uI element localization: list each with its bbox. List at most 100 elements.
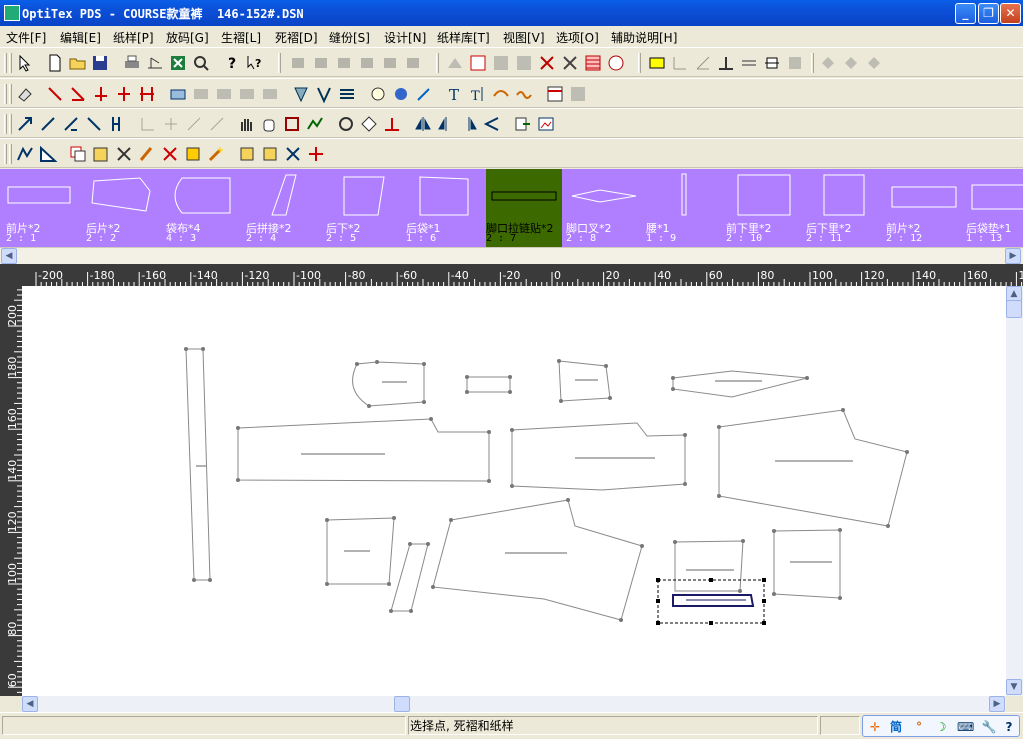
- toolbar-grip[interactable]: [9, 114, 12, 134]
- save-disk-icon[interactable]: [90, 53, 110, 73]
- piece-thumbnail[interactable]: 前片*2 2 : 1: [0, 169, 80, 247]
- title-bar[interactable]: OptiTex PDS - COURSE款童裤 146-152#.DSN _ ❐…: [0, 0, 1023, 26]
- anchor-tool-icon[interactable]: [716, 53, 736, 73]
- horizontal-scrollbar[interactable]: ◀ ▶: [22, 696, 1006, 712]
- line-tool-icon[interactable]: [739, 53, 759, 73]
- corner-tool-icon[interactable]: [207, 114, 227, 134]
- fold-icon[interactable]: [15, 144, 35, 164]
- mirror-icon[interactable]: [436, 114, 456, 134]
- dart-icon[interactable]: [314, 84, 334, 104]
- export-icon[interactable]: [513, 114, 533, 134]
- toolbar-grip[interactable]: [278, 53, 281, 73]
- help-icon[interactable]: ?: [222, 53, 242, 73]
- new-file-icon[interactable]: [45, 53, 65, 73]
- shape-tool-icon[interactable]: [237, 84, 257, 104]
- shape-tool-icon[interactable]: [191, 84, 211, 104]
- shape-tool-icon[interactable]: [260, 84, 280, 104]
- copy-piece-icon[interactable]: [68, 144, 88, 164]
- rotate-icon[interactable]: [336, 114, 356, 134]
- move-point-icon[interactable]: [15, 114, 35, 134]
- angle-tool-icon[interactable]: [693, 53, 713, 73]
- piece-thumbnail[interactable]: 后下*2 2 : 5: [320, 169, 400, 247]
- merge-icon[interactable]: [183, 144, 203, 164]
- wrench-icon[interactable]: 🔧: [981, 719, 997, 735]
- minimize-button[interactable]: _: [955, 3, 976, 24]
- menu-dart[interactable]: 死褶[D]: [275, 29, 318, 46]
- align-icon[interactable]: [107, 114, 127, 134]
- ime-moon-icon[interactable]: ☽: [933, 719, 949, 735]
- menu-pattern[interactable]: 纸样[P]: [113, 29, 154, 46]
- toolbar-grip[interactable]: [9, 53, 12, 73]
- ime-simplified-icon[interactable]: 简: [888, 719, 904, 735]
- menu-options[interactable]: 选项[O]: [556, 29, 599, 46]
- menu-design[interactable]: 设计[N]: [384, 29, 426, 46]
- pattern-tool-icon[interactable]: [445, 53, 465, 73]
- annotation-icon[interactable]: T: [468, 84, 488, 104]
- scroll-right-icon[interactable]: ▶: [989, 696, 1005, 712]
- text-tool-icon[interactable]: T: [445, 84, 465, 104]
- scroll-left-icon[interactable]: ◀: [22, 696, 38, 712]
- hand-pan-icon[interactable]: [236, 114, 256, 134]
- notch-tool-icon[interactable]: [647, 53, 667, 73]
- book-icon[interactable]: [260, 144, 280, 164]
- cut-tool-icon[interactable]: [560, 53, 580, 73]
- mirror-icon[interactable]: [459, 114, 479, 134]
- perpendicular-icon[interactable]: [114, 84, 134, 104]
- grade-tool-icon[interactable]: [311, 53, 331, 73]
- grade-tool-icon[interactable]: [288, 53, 308, 73]
- piece-thumbnail[interactable]: 前片*2 2 : 12: [882, 169, 962, 247]
- curve-icon[interactable]: [491, 84, 511, 104]
- menu-view[interactable]: 视图[V]: [503, 29, 545, 46]
- shape-tool-icon[interactable]: [214, 84, 234, 104]
- line-draw-icon[interactable]: [45, 84, 65, 104]
- toolbar-grip[interactable]: [638, 53, 641, 73]
- perpendicular-icon[interactable]: [91, 84, 111, 104]
- magic-wand-icon[interactable]: [206, 144, 226, 164]
- pleat-icon[interactable]: [337, 84, 357, 104]
- menu-grading[interactable]: 放码[G]: [166, 29, 209, 46]
- scroll-left-icon[interactable]: ◀: [1, 248, 17, 264]
- flip-icon[interactable]: [482, 114, 502, 134]
- print-icon[interactable]: [122, 53, 142, 73]
- open-folder-icon[interactable]: [68, 53, 88, 73]
- piece-thumbnail[interactable]: 后袋*1 1 : 6: [400, 169, 480, 247]
- star-point-icon[interactable]: [306, 144, 326, 164]
- triangle-ruler-icon[interactable]: [38, 144, 58, 164]
- piece-strip-scrollbar[interactable]: ◀ ▶: [0, 247, 1023, 264]
- ime-punctuation-icon[interactable]: °: [911, 719, 927, 735]
- menu-library[interactable]: 纸样库[T]: [437, 29, 490, 46]
- pattern-tool-icon[interactable]: [514, 53, 534, 73]
- close-button[interactable]: ✕: [1000, 3, 1021, 24]
- keyboard-icon[interactable]: ⌨: [957, 719, 974, 735]
- corner-tool-icon[interactable]: [184, 114, 204, 134]
- knife-icon[interactable]: [137, 144, 157, 164]
- anchor-icon[interactable]: [382, 114, 402, 134]
- angle-tool-icon[interactable]: [670, 53, 690, 73]
- toolbar-grip[interactable]: [4, 84, 7, 104]
- parallel-icon[interactable]: [137, 84, 157, 104]
- excel-icon[interactable]: [168, 53, 188, 73]
- scroll-down-icon[interactable]: ▼: [1006, 679, 1022, 695]
- wave-icon[interactable]: [514, 84, 534, 104]
- grade-tool-icon[interactable]: [334, 53, 354, 73]
- zoom-piece-icon[interactable]: [191, 53, 211, 73]
- cut-tool-icon[interactable]: [537, 53, 557, 73]
- toolbar-grip[interactable]: [9, 84, 12, 104]
- plot-icon[interactable]: [145, 53, 165, 73]
- grade-tool-icon[interactable]: [380, 53, 400, 73]
- menu-help[interactable]: 辅助说明[H]: [611, 29, 677, 46]
- grade-tool-icon[interactable]: [403, 53, 423, 73]
- dart-icon[interactable]: [291, 84, 311, 104]
- table-icon[interactable]: [545, 84, 565, 104]
- menu-file[interactable]: 文件[F]: [6, 29, 46, 46]
- pattern-tool-icon[interactable]: [491, 53, 511, 73]
- stripes-icon[interactable]: [583, 53, 603, 73]
- curve-edit-icon[interactable]: [305, 114, 325, 134]
- rotate-icon[interactable]: [359, 114, 379, 134]
- pen-icon[interactable]: [414, 84, 434, 104]
- globe-icon[interactable]: [391, 84, 411, 104]
- toolbar-grip[interactable]: [811, 53, 814, 73]
- mirror-tool-icon[interactable]: [785, 53, 805, 73]
- scroll-thumb[interactable]: [1006, 300, 1022, 318]
- rotate-piece-icon[interactable]: [283, 144, 303, 164]
